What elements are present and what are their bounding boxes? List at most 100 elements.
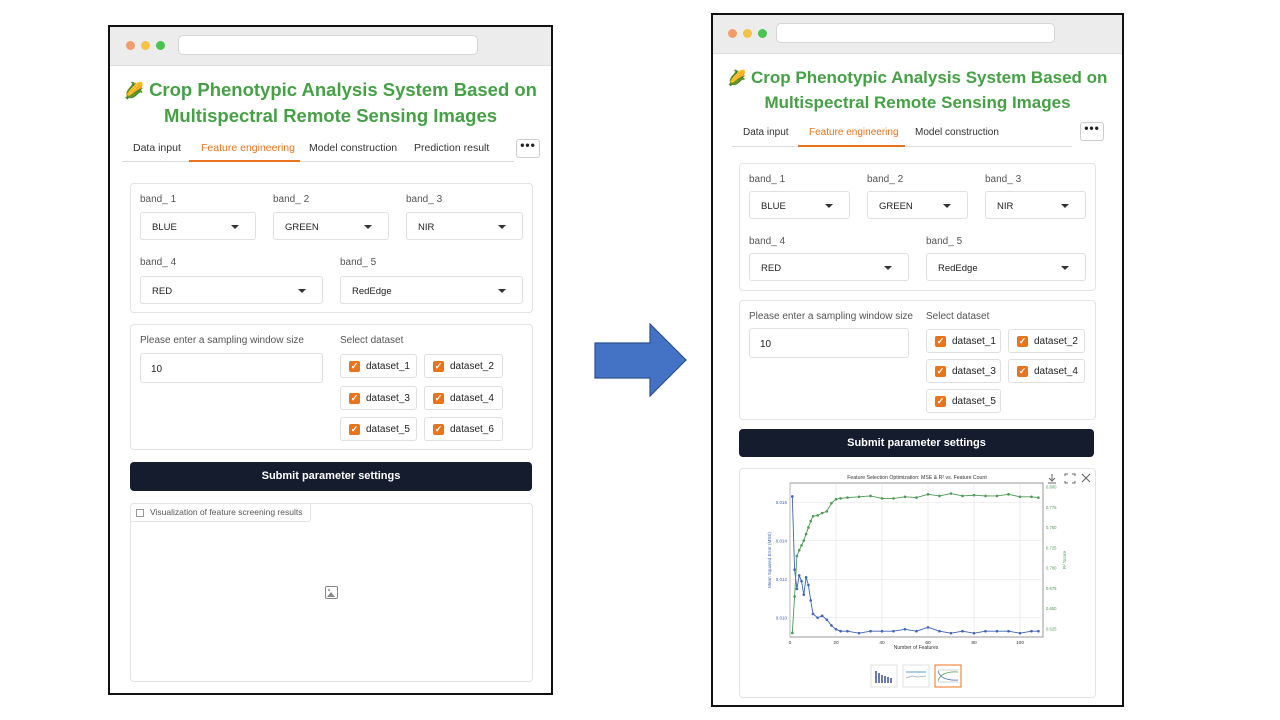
x-tick-label: 20 — [833, 640, 839, 646]
tab-model-construction[interactable]: Model construction — [309, 142, 397, 154]
submit-button[interactable]: Submit parameter settings — [130, 462, 532, 491]
tab-model-construction[interactable]: Model construction — [915, 127, 999, 138]
title-line-1: Crop Phenotypic Analysis System Based on — [750, 68, 1108, 87]
minimize-window-icon[interactable] — [743, 29, 752, 38]
band-2-value: GREEN — [285, 222, 319, 233]
fullscreen-icon[interactable] — [1064, 473, 1076, 484]
tab-feature-engineering[interactable]: Feature engineering — [201, 142, 295, 154]
band-4-value: RED — [761, 263, 782, 274]
dataset-5-checkbox[interactable]: ✓ dataset_5 — [340, 417, 417, 441]
data-point-right — [1018, 495, 1022, 499]
data-point-right — [949, 492, 953, 495]
band-1-select[interactable]: BLUE — [140, 212, 256, 240]
band-2-select[interactable]: GREEN — [867, 191, 968, 219]
dataset-2-label: dataset_2 — [1034, 336, 1078, 347]
window-size-input[interactable]: 10 — [749, 328, 909, 358]
maximize-window-icon[interactable] — [156, 41, 165, 50]
dataset-2-checkbox[interactable]: ✓ dataset_2 — [1008, 329, 1085, 353]
dataset-3-label: dataset_3 — [366, 393, 410, 404]
band-2-label: band_ 2 — [273, 194, 310, 205]
submit-button[interactable]: Submit parameter settings — [739, 429, 1094, 457]
data-point-right — [995, 494, 999, 498]
thumbnail-1[interactable] — [870, 664, 898, 688]
data-point-left — [1030, 629, 1033, 633]
chart-title: Feature Selection Optimization: MSE & R²… — [847, 475, 987, 481]
y-left-tick-label: 0.010 — [776, 615, 788, 620]
chevron-down-icon — [884, 266, 892, 270]
chart-panel: Feature Selection Optimization: MSE & R²… — [739, 468, 1096, 698]
band-4-value: RED — [152, 286, 173, 297]
more-tabs-button[interactable]: ••• — [1080, 122, 1104, 141]
thumbnail-2[interactable] — [902, 664, 930, 688]
window-size-value: 10 — [760, 339, 772, 350]
dataset-3-checkbox[interactable]: ✓ dataset_3 — [926, 359, 1001, 383]
data-point-right — [1037, 496, 1040, 499]
close-window-icon[interactable] — [728, 29, 737, 38]
minimize-window-icon[interactable] — [141, 41, 150, 50]
dataset-3-label: dataset_3 — [952, 366, 996, 377]
window-size-input[interactable]: 10 — [140, 353, 323, 383]
dataset-6-checkbox[interactable]: ✓ dataset_6 — [424, 417, 503, 441]
download-icon[interactable] — [1048, 474, 1056, 484]
window-size-value: 10 — [151, 364, 163, 375]
address-bar[interactable] — [178, 35, 478, 55]
data-point-right — [972, 493, 976, 497]
sampling-panel: Please enter a sampling window size 10 S… — [130, 324, 533, 450]
data-point-left — [984, 629, 987, 633]
image-icon — [136, 508, 144, 517]
band-3-select[interactable]: NIR — [985, 191, 1086, 219]
check-icon: ✓ — [433, 424, 444, 435]
tab-prediction-result[interactable]: Prediction result — [414, 142, 489, 154]
browser-titlebar — [110, 27, 551, 66]
data-point-right — [804, 532, 808, 536]
data-point-left — [793, 568, 796, 571]
dataset-label: Select dataset — [340, 335, 404, 346]
band-1-select[interactable]: BLUE — [749, 191, 850, 219]
y-right-tick-label: 0.775 — [1046, 505, 1057, 510]
x-tick-label: 0 — [789, 640, 792, 646]
address-bar[interactable] — [776, 23, 1055, 43]
data-point-right — [807, 526, 810, 529]
data-point-right — [830, 501, 833, 505]
data-point-left — [938, 629, 941, 633]
dataset-5-checkbox[interactable]: ✓ dataset_5 — [926, 389, 1001, 413]
window-size-label: Please enter a sampling window size — [749, 311, 913, 322]
maximize-window-icon[interactable] — [758, 29, 767, 38]
band-3-label: band_ 3 — [406, 194, 443, 205]
band-3-select[interactable]: NIR — [406, 212, 523, 240]
dataset-4-checkbox[interactable]: ✓ dataset_4 — [1008, 359, 1085, 383]
more-tabs-button[interactable]: ••• — [516, 139, 540, 158]
dataset-3-checkbox[interactable]: ✓ dataset_3 — [340, 386, 417, 410]
band-3-label: band_ 3 — [985, 174, 1022, 185]
data-point-right — [1030, 495, 1033, 499]
tab-data-input[interactable]: Data input — [133, 142, 181, 154]
close-icon[interactable] — [1081, 473, 1091, 483]
band-1-label: band_ 1 — [749, 174, 786, 185]
close-window-icon[interactable] — [126, 41, 135, 50]
plot-area — [789, 482, 1044, 638]
data-point-right — [839, 497, 842, 500]
data-point-right — [869, 494, 872, 498]
data-point-left — [926, 626, 930, 629]
check-icon: ✓ — [433, 393, 444, 404]
dataset-1-checkbox[interactable]: ✓ dataset_1 — [926, 329, 1001, 353]
band-4-select[interactable]: RED — [140, 276, 323, 304]
tab-feature-engineering[interactable]: Feature engineering — [809, 127, 899, 138]
thumbnail-3-selected[interactable] — [934, 664, 962, 688]
dataset-2-checkbox[interactable]: ✓ dataset_2 — [424, 354, 503, 378]
band-5-select[interactable]: RedEdge — [926, 253, 1086, 281]
dataset-5-label: dataset_5 — [952, 396, 996, 407]
band-4-select[interactable]: RED — [749, 253, 909, 281]
data-point-left — [1037, 629, 1040, 633]
corn-icon: 🌽 — [124, 83, 144, 100]
dataset-1-checkbox[interactable]: ✓ dataset_1 — [340, 354, 417, 378]
tab-data-input[interactable]: Data input — [743, 127, 789, 138]
data-point-left — [903, 628, 907, 631]
data-point-left — [791, 495, 794, 498]
dataset-4-checkbox[interactable]: ✓ dataset_4 — [424, 386, 503, 410]
browser-titlebar — [713, 15, 1122, 54]
band-5-select[interactable]: RedEdge — [340, 276, 523, 304]
band-2-select[interactable]: GREEN — [273, 212, 389, 240]
data-point-right — [802, 539, 806, 542]
data-point-left — [811, 612, 815, 616]
